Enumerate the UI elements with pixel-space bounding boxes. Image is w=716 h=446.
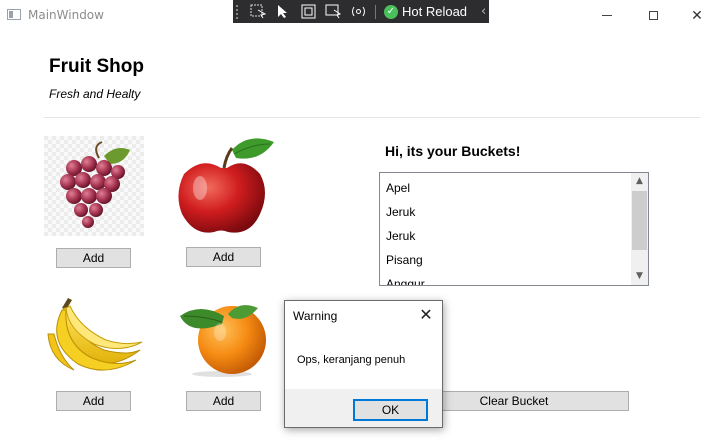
hot-reload-label[interactable]: Hot Reload: [402, 4, 467, 19]
add-apple-button[interactable]: Add: [186, 247, 261, 267]
scroll-up-icon[interactable]: ▲: [631, 173, 648, 190]
select-element-icon[interactable]: [250, 4, 267, 19]
dialog-close-icon[interactable]: ✕: [416, 305, 436, 325]
orange-image: [176, 298, 268, 378]
maximize-button[interactable]: [630, 0, 676, 31]
add-orange-button[interactable]: Add: [186, 391, 261, 411]
accessibility-icon[interactable]: [350, 4, 367, 19]
scroll-thumb[interactable]: [632, 191, 647, 250]
collapse-toolbar-icon[interactable]: ‹: [481, 4, 486, 19]
cursor-icon[interactable]: [275, 4, 292, 19]
list-item[interactable]: Jeruk: [380, 224, 630, 248]
display-layout-icon[interactable]: [300, 4, 317, 19]
hot-reload-toolbar: ✓ Hot Reload ‹: [233, 0, 489, 23]
grapes-image: [44, 136, 144, 236]
maximize-icon: [648, 11, 658, 20]
close-button[interactable]: ✕: [674, 0, 716, 31]
list-item[interactable]: Anggur: [380, 272, 630, 285]
hot-reload-check-icon: ✓: [384, 4, 398, 19]
toolbar-separator: [375, 4, 376, 19]
warning-dialog: Warning ✕ Ops, keranjang penuh OK: [284, 300, 443, 428]
dialog-message: Ops, keranjang penuh: [297, 354, 406, 366]
ok-button[interactable]: OK: [353, 399, 428, 421]
track-focus-icon[interactable]: [325, 4, 342, 19]
add-grapes-button[interactable]: Add: [56, 248, 131, 268]
list-item[interactable]: Pisang: [380, 248, 630, 272]
close-icon: ✕: [691, 7, 703, 24]
page-subtitle: Fresh and Healty: [49, 87, 141, 101]
dialog-title: Warning: [293, 309, 338, 323]
bucket-listbox[interactable]: Apel Jeruk Jeruk Pisang Anggur ▲ ▼: [379, 172, 649, 286]
scroll-down-icon[interactable]: ▼: [631, 268, 648, 285]
list-item[interactable]: Jeruk: [380, 200, 630, 224]
header-divider: [44, 117, 700, 118]
banana-image: [44, 294, 144, 376]
window-title: MainWindow: [28, 8, 104, 22]
vertical-scrollbar[interactable]: ▲ ▼: [631, 173, 648, 285]
minimize-icon: [602, 15, 612, 16]
add-banana-button[interactable]: Add: [56, 391, 131, 411]
main-window: MainWindow ✕ ✓ Hot Reload ‹ Fruit Shop F…: [0, 0, 716, 446]
minimize-button[interactable]: [584, 0, 630, 31]
dialog-footer: OK: [285, 389, 442, 427]
bucket-list: Apel Jeruk Jeruk Pisang Anggur: [380, 176, 630, 285]
bucket-title: Hi, its your Buckets!: [385, 143, 521, 159]
window-icon: [7, 9, 21, 20]
toolbar-grip[interactable]: [236, 4, 242, 19]
apple-image: [174, 134, 276, 238]
page-title: Fruit Shop: [49, 56, 144, 77]
list-item[interactable]: Apel: [380, 176, 630, 200]
